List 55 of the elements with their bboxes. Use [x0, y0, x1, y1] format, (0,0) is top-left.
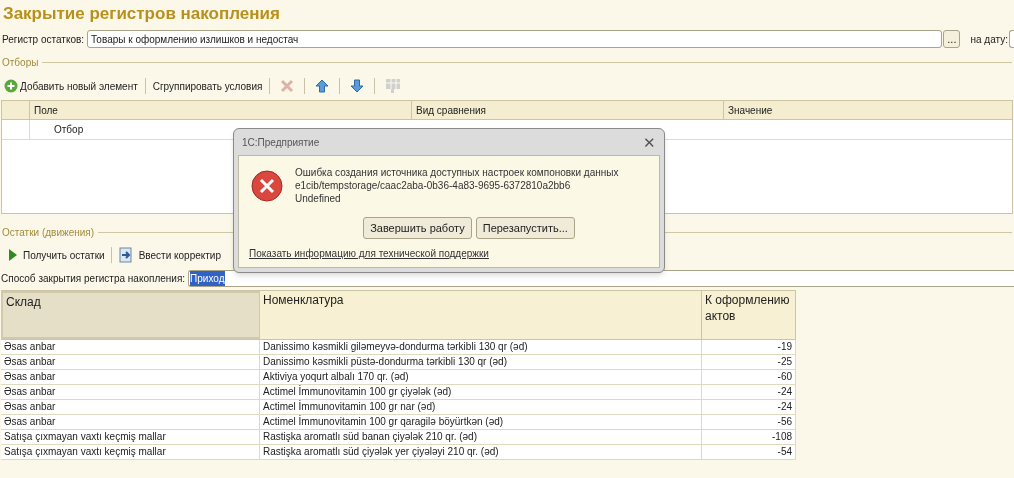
group-conditions-button[interactable]: Сгруппировать условия	[152, 78, 263, 94]
table-cell: Actimel İmmunovitamin 100 gr qaragilə böyürtkən (əd)	[260, 415, 702, 429]
table-cell[interactable]: Отбор	[30, 120, 84, 139]
date-label: на дату:	[970, 32, 1008, 47]
method-label: Способ закрытия регистра накопления:	[1, 271, 186, 286]
table-cell: Actimel İmmunovitamin 100 gr nar (əd)	[260, 400, 702, 414]
choose-button[interactable]: ...	[943, 30, 961, 48]
column-header[interactable]: К оформлению актов	[702, 291, 796, 339]
register-field[interactable]: Товары к оформлению излишков и недостач	[87, 30, 943, 48]
restart-button[interactable]: Перезапустить...	[475, 217, 575, 239]
table-cell: Rastişka aromatlı süd çiyələk yer çiyələyi 210 qr. (əd)	[260, 445, 702, 459]
table-cell: -60	[702, 370, 796, 384]
table-cell: -24	[702, 385, 796, 399]
table-cell: Aktiviya yoqurt albalı 170 qr. (əd)	[260, 370, 702, 384]
arrow-up-icon[interactable]	[315, 79, 330, 93]
plus-circle-icon[interactable]	[4, 79, 18, 93]
table-cell: -24	[702, 400, 796, 414]
table-cell: Satışa çıxmayan vaxtı keçmiş mallar	[1, 430, 260, 444]
register-label: Регистр остатков:	[2, 32, 85, 47]
group-label: Остатки (движения)	[2, 225, 95, 240]
table-cell: Əsas anbar	[1, 385, 260, 399]
support-info-link[interactable]: Показать информацию для технической поддержки	[249, 246, 647, 261]
table-cell: Rastişka aromatlı süd banan çiyələk 210 qr. (əd)	[260, 430, 702, 444]
table-cell: -108	[702, 430, 796, 444]
table-cell: Əsas anbar	[1, 370, 260, 384]
get-balances-button[interactable]: Получить остатки	[8, 247, 105, 263]
arrow-down-icon[interactable]	[350, 79, 365, 93]
table-cell: Actimel İmmunovitamin 100 gr çiyələk (əd)	[260, 385, 702, 399]
table-cell: Satışa çıxmayan vaxtı keçmiş mallar	[1, 445, 260, 459]
table-cell: Danissimo kəsmikli giləmeyvə-dondurma tərkibli 130 qr (əd)	[260, 340, 702, 354]
add-element-button[interactable]: Добавить новый элемент	[4, 78, 138, 94]
play-icon[interactable]	[8, 249, 18, 261]
exit-button[interactable]: Завершить работу	[363, 217, 472, 239]
column-header[interactable]: Поле	[30, 101, 412, 119]
column-header[interactable]: Склад	[1, 291, 260, 339]
table-cell: -25	[702, 355, 796, 369]
table-cell: Əsas anbar	[1, 340, 260, 354]
table-cell: Danissimo kəsmikli püstə-dondurma tərkibli 130 qr (əd)	[260, 355, 702, 369]
group-label: Отборы	[2, 55, 39, 70]
form-title: Закрытие регистров накопления	[3, 4, 280, 23]
error-icon	[251, 170, 283, 202]
table-cell: -54	[702, 445, 796, 459]
table-cell: -19	[702, 340, 796, 354]
dialog-title: 1С:Предприятие	[242, 135, 320, 150]
enter-correction-button[interactable]: Ввести корректир	[117, 247, 221, 263]
table-cell: -56	[702, 415, 796, 429]
column-header[interactable]: Вид сравнения	[412, 101, 724, 119]
date-field[interactable]	[1009, 30, 1014, 48]
column-header[interactable]: Значение	[724, 101, 1012, 119]
table-cell: Əsas anbar	[1, 400, 260, 414]
error-message: Ошибка создания источника доступных настроек компоновки данных e1cib/tempstorage/caac2aba-0b36-4a83-9695-6372810a2bb6 Undefined	[295, 166, 619, 205]
table-cell: Əsas anbar	[1, 415, 260, 429]
column-header[interactable]: Номенклатура	[260, 291, 702, 339]
table-cell: Əsas anbar	[1, 355, 260, 369]
close-button[interactable]: ✕	[643, 134, 656, 150]
